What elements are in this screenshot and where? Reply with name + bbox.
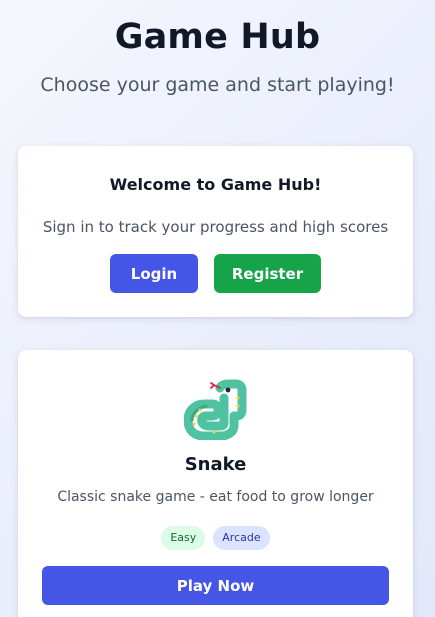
difficulty-badge: Easy (161, 526, 206, 550)
register-button[interactable]: Register (214, 254, 321, 293)
login-button[interactable]: Login (110, 254, 198, 293)
snake-icon (183, 376, 248, 441)
game-badges: Easy Arcade (18, 526, 413, 550)
welcome-card: Welcome to Game Hub! Sign in to track yo… (18, 146, 413, 317)
game-description: Classic snake game - eat food to grow lo… (57, 489, 374, 505)
game-title: Snake (184, 454, 247, 475)
page-subtitle: Choose your game and start playing! (40, 74, 395, 96)
welcome-title: Welcome to Game Hub! (109, 175, 322, 194)
welcome-text: Sign in to track your progress and high … (42, 218, 389, 236)
play-now-button[interactable]: Play Now (42, 566, 389, 605)
page-title: Game Hub (114, 17, 321, 57)
game-card-snake: Snake Classic snake game - eat food to g… (18, 350, 413, 617)
category-badge: Arcade (213, 526, 270, 550)
